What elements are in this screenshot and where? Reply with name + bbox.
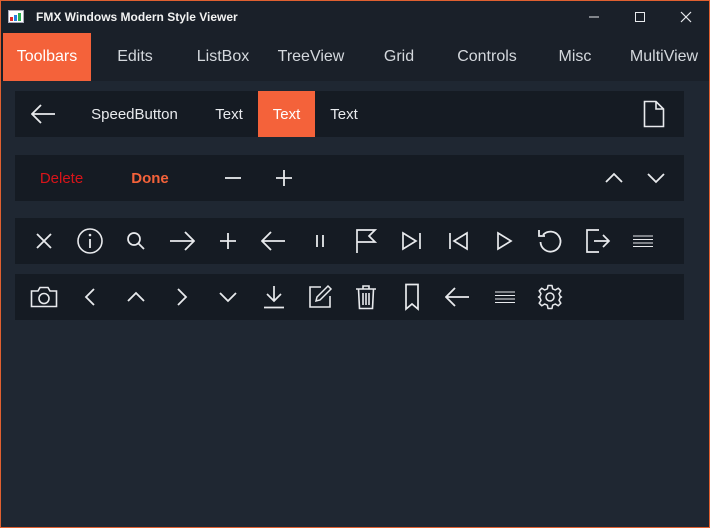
tab-controls[interactable]: Controls <box>443 33 531 81</box>
camera-button[interactable] <box>28 281 60 313</box>
minus-button[interactable] <box>217 162 249 194</box>
chevron-right-icon <box>177 288 188 306</box>
skip-next-icon <box>402 231 421 251</box>
exit-button[interactable] <box>582 225 614 257</box>
down-button[interactable] <box>640 162 672 194</box>
toolbar-icons-1 <box>15 218 684 264</box>
tab-grid[interactable]: Grid <box>355 33 443 81</box>
chevron-down-button[interactable] <box>212 281 244 313</box>
add-button[interactable] <box>212 225 244 257</box>
up-button[interactable] <box>598 162 630 194</box>
skip-next-button[interactable] <box>396 225 428 257</box>
close-button[interactable] <box>28 225 60 257</box>
exit-icon <box>586 229 611 253</box>
bookmark-button[interactable] <box>396 281 428 313</box>
title-bar: FMX Windows Modern Style Viewer <box>1 1 709 33</box>
delete-button[interactable]: Delete <box>29 155 94 201</box>
play-button[interactable] <box>488 225 520 257</box>
camera-icon <box>30 286 58 308</box>
minimize-icon <box>589 16 599 18</box>
chevron-down-icon <box>219 292 237 303</box>
menu-button[interactable] <box>627 225 659 257</box>
tab-listbox[interactable]: ListBox <box>179 33 267 81</box>
close-window-button[interactable] <box>663 1 709 33</box>
play-icon <box>497 231 513 251</box>
plus-icon <box>220 233 236 249</box>
pause-icon <box>316 235 324 247</box>
toolbar-speedbuttons: SpeedButton Text Text Text <box>15 91 684 137</box>
chevron-up-button[interactable] <box>120 281 152 313</box>
refresh-button[interactable] <box>534 225 566 257</box>
search-icon <box>127 232 145 250</box>
compose-button[interactable] <box>304 281 336 313</box>
tab-edits[interactable]: Edits <box>91 33 179 81</box>
text-button-3[interactable]: Text <box>317 91 371 137</box>
arrow-right-icon <box>170 231 195 251</box>
chevron-left-icon <box>84 288 95 306</box>
chevron-left-button[interactable] <box>74 281 106 313</box>
tab-bar: Toolbars Edits ListBox TreeView Grid Con… <box>1 33 709 81</box>
info-button[interactable] <box>74 225 106 257</box>
app-window: FMX Windows Modern Style Viewer Toolbars… <box>0 0 710 528</box>
text-button-1[interactable]: Text <box>202 91 256 137</box>
minus-icon <box>225 177 241 179</box>
document-button[interactable] <box>638 98 670 130</box>
chevron-down-icon <box>647 173 665 184</box>
menu-icon <box>495 291 515 304</box>
maximize-icon <box>635 12 645 22</box>
info-icon <box>77 228 103 254</box>
arrow-left-icon <box>445 287 469 307</box>
text-button-2[interactable]: Text <box>258 91 315 137</box>
plus-icon <box>276 170 292 186</box>
arrow-left-icon <box>261 231 285 251</box>
skip-previous-button[interactable] <box>442 225 474 257</box>
tab-misc[interactable]: Misc <box>531 33 619 81</box>
trash-button[interactable] <box>350 281 382 313</box>
chevron-up-icon <box>605 172 623 183</box>
back-button-3[interactable] <box>442 281 474 313</box>
plus-button[interactable] <box>268 162 300 194</box>
gear-icon <box>537 284 563 310</box>
download-icon <box>264 286 284 309</box>
download-button[interactable] <box>258 281 290 313</box>
refresh-icon <box>538 230 562 253</box>
skip-previous-icon <box>449 231 468 251</box>
search-button[interactable] <box>120 225 152 257</box>
close-icon <box>680 11 692 23</box>
bookmark-icon <box>405 283 419 311</box>
window-title: FMX Windows Modern Style Viewer <box>36 10 238 24</box>
settings-button[interactable] <box>534 281 566 313</box>
tab-multiview[interactable]: MultiView <box>619 33 709 81</box>
menu-icon <box>633 235 653 248</box>
flag-button[interactable] <box>350 225 382 257</box>
toolbar-icons-2 <box>15 274 684 320</box>
chevron-right-button[interactable] <box>166 281 198 313</box>
done-button[interactable]: Done <box>120 155 180 201</box>
trash-icon <box>356 285 376 310</box>
maximize-button[interactable] <box>617 1 663 33</box>
arrow-left-icon <box>31 104 55 124</box>
pause-button[interactable] <box>304 225 336 257</box>
tab-treeview[interactable]: TreeView <box>267 33 355 81</box>
chevron-up-icon <box>127 291 145 302</box>
tab-toolbars[interactable]: Toolbars <box>3 33 91 81</box>
menu-button-2[interactable] <box>489 281 521 313</box>
back-button[interactable] <box>28 98 60 130</box>
close-icon <box>36 233 52 249</box>
app-icon <box>8 10 24 23</box>
compose-icon <box>309 284 333 308</box>
speedbutton[interactable]: SpeedButton <box>77 91 192 137</box>
back-button-2[interactable] <box>258 225 290 257</box>
forward-button[interactable] <box>166 225 198 257</box>
document-icon <box>643 100 665 128</box>
flag-icon <box>356 229 377 253</box>
minimize-button[interactable] <box>571 1 617 33</box>
toolbar-actions: Delete Done <box>15 155 684 201</box>
